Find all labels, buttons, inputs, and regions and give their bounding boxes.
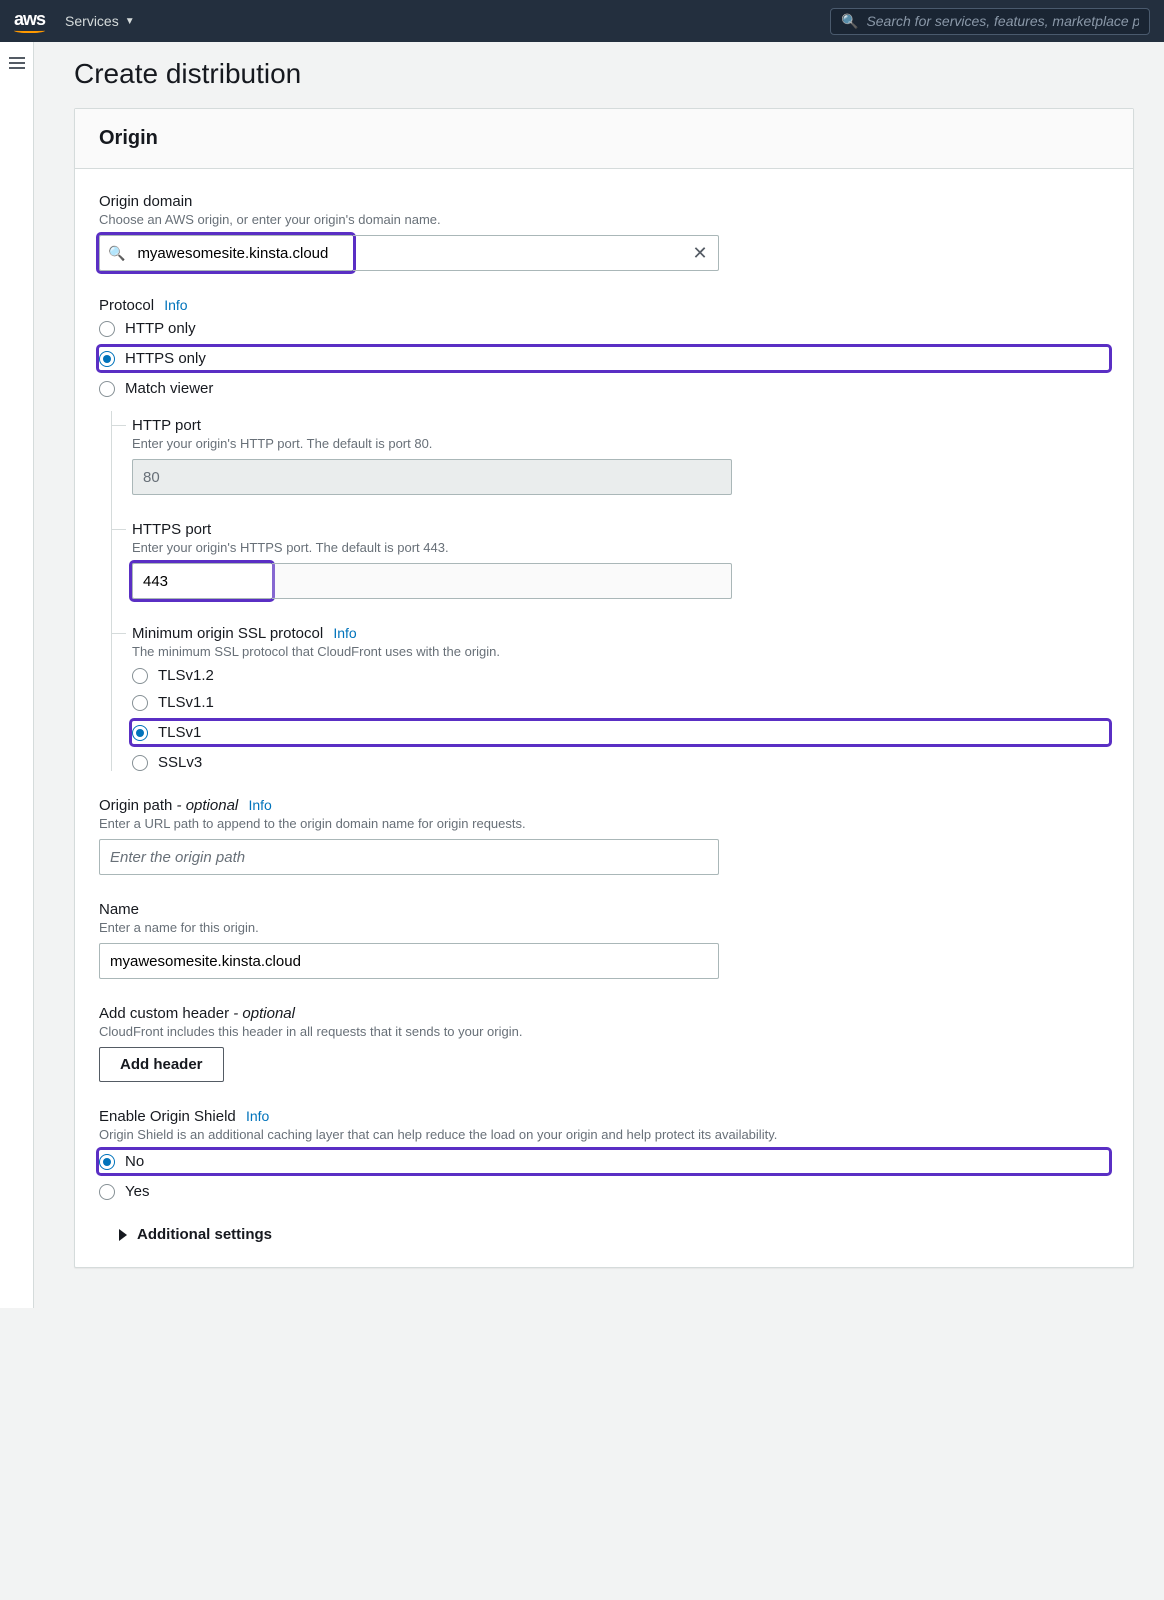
field-origin-path: Origin path - optional Info Enter a URL … [99, 797, 1109, 875]
field-https-port: HTTPS port Enter your origin's HTTPS por… [132, 515, 1109, 599]
protocol-label: Protocol Info [99, 297, 1109, 314]
min-ssl-info-link[interactable]: Info [333, 625, 356, 641]
custom-header-desc: CloudFront includes this header in all r… [99, 1024, 1109, 1039]
field-http-port: HTTP port Enter your origin's HTTP port.… [132, 411, 1109, 495]
caret-right-icon [119, 1229, 127, 1241]
custom-header-label: Add custom header - optional [99, 1005, 1109, 1022]
global-search[interactable]: 🔍 [830, 8, 1150, 35]
radio-match-viewer[interactable]: Match viewer [99, 380, 1109, 397]
search-icon: 🔍 [841, 13, 858, 30]
https-port-input[interactable] [132, 563, 272, 599]
radio-tls1[interactable]: TLSv1 [132, 724, 1095, 741]
radio-shield-yes[interactable]: Yes [99, 1183, 1109, 1200]
left-collapse-bar [0, 42, 34, 1308]
origin-domain-label: Origin domain [99, 193, 1109, 210]
origin-name-input[interactable] [99, 943, 719, 979]
origin-path-info-link[interactable]: Info [248, 797, 271, 813]
http-port-desc: Enter your origin's HTTP port. The defau… [132, 436, 1109, 451]
global-search-input[interactable] [866, 13, 1139, 29]
page-title: Create distribution [74, 58, 1134, 90]
origin-panel-title: Origin [99, 127, 1109, 150]
origin-path-input[interactable] [99, 839, 719, 875]
add-header-button[interactable]: Add header [99, 1047, 224, 1082]
services-menu[interactable]: Services ▼ [65, 13, 135, 29]
origin-name-desc: Enter a name for this origin. [99, 920, 1109, 935]
origin-domain-desc: Choose an AWS origin, or enter your orig… [99, 212, 1109, 227]
origin-path-label: Origin path - optional Info [99, 797, 1109, 814]
http-port-label: HTTP port [132, 417, 1109, 434]
top-navbar: aws Services ▼ 🔍 [0, 0, 1164, 42]
radio-tls12[interactable]: TLSv1.2 [132, 667, 1109, 684]
hamburger-icon[interactable] [9, 54, 25, 72]
services-label: Services [65, 13, 119, 29]
origin-panel: Origin Origin domain Choose an AWS origi… [74, 108, 1134, 1268]
field-protocol: Protocol Info HTTP only HTTPS only Match… [99, 297, 1109, 771]
field-origin-domain: Origin domain Choose an AWS origin, or e… [99, 193, 1109, 271]
field-origin-name: Name Enter a name for this origin. [99, 901, 1109, 979]
protocol-subfields: HTTP port Enter your origin's HTTP port.… [111, 411, 1109, 771]
protocol-info-link[interactable]: Info [164, 297, 187, 313]
field-origin-shield: Enable Origin Shield Info Origin Shield … [99, 1108, 1109, 1200]
field-custom-header: Add custom header - optional CloudFront … [99, 1005, 1109, 1082]
additional-settings-toggle[interactable]: Additional settings [119, 1226, 1109, 1243]
min-ssl-label: Minimum origin SSL protocol Info [132, 625, 1109, 642]
search-icon: 🔍 [108, 245, 125, 262]
origin-domain-input[interactable] [133, 236, 353, 270]
https-port-input-ext [272, 563, 732, 599]
radio-http-only[interactable]: HTTP only [99, 320, 1109, 337]
field-min-ssl: Minimum origin SSL protocol Info The min… [132, 619, 1109, 771]
https-port-label: HTTPS port [132, 521, 1109, 538]
origin-name-label: Name [99, 901, 1109, 918]
clear-icon[interactable]: ✕ [682, 243, 718, 264]
radio-https-only[interactable]: HTTPS only [99, 350, 1095, 367]
origin-shield-label: Enable Origin Shield Info [99, 1108, 1109, 1125]
min-ssl-desc: The minimum SSL protocol that CloudFront… [132, 644, 1109, 659]
origin-panel-header: Origin [75, 109, 1133, 169]
http-port-input [132, 459, 732, 495]
origin-shield-desc: Origin Shield is an additional caching l… [99, 1127, 1109, 1142]
radio-sslv3[interactable]: SSLv3 [132, 754, 1109, 771]
radio-tls11[interactable]: TLSv1.1 [132, 694, 1109, 711]
aws-logo: aws [14, 9, 45, 33]
origin-path-desc: Enter a URL path to append to the origin… [99, 816, 1109, 831]
https-port-desc: Enter your origin's HTTPS port. The defa… [132, 540, 1109, 555]
radio-shield-no[interactable]: No [99, 1153, 1095, 1170]
chevron-down-icon: ▼ [125, 16, 135, 27]
origin-shield-info-link[interactable]: Info [246, 1108, 269, 1124]
additional-settings-label: Additional settings [137, 1226, 272, 1243]
